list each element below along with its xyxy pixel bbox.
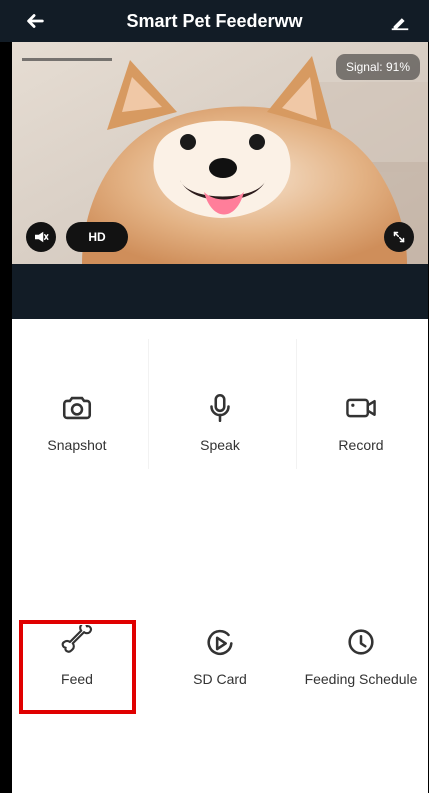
top-bar: Smart Pet Feederww — [0, 0, 429, 42]
edit-pen-icon — [391, 18, 409, 31]
camera-view[interactable]: Signal: 91% HD — [12, 42, 428, 264]
sd-card-label: SD Card — [193, 671, 247, 687]
sd-card-play-icon — [207, 629, 233, 656]
mute-toggle-button[interactable] — [26, 222, 56, 252]
signal-strength-badge: Signal: 91% — [335, 54, 420, 80]
video-controls-left: HD — [26, 222, 128, 252]
app-screen: Smart Pet Feederww Signal: 91% HD Snapsh… — [0, 0, 429, 793]
snapshot-label: Snapshot — [47, 437, 107, 453]
edit-button[interactable] — [383, 6, 417, 36]
record-button[interactable]: Record — [296, 389, 426, 453]
speaker-muted-icon — [35, 231, 49, 243]
sd-card-button[interactable]: SD Card — [155, 623, 285, 687]
record-label: Record — [338, 437, 384, 453]
video-record-icon — [346, 398, 376, 418]
microphone-icon — [210, 393, 230, 423]
video-toolbar-spacer — [12, 264, 428, 319]
feeding-schedule-button[interactable]: Feeding Schedule — [296, 623, 426, 687]
speak-button[interactable]: Speak — [155, 389, 285, 453]
fullscreen-icon — [393, 231, 405, 243]
feed-highlight-box — [19, 620, 136, 714]
camera-icon — [62, 396, 92, 420]
left-edge-bar — [0, 42, 12, 793]
clock-icon — [348, 629, 374, 655]
divider — [148, 339, 149, 469]
hd-toggle-button[interactable]: HD — [66, 222, 128, 252]
control-panel: Snapshot Speak Record Feed SD Card Feedi… — [12, 319, 428, 793]
speak-label: Speak — [200, 437, 240, 453]
feeding-schedule-label: Feeding Schedule — [304, 671, 418, 687]
fullscreen-button[interactable] — [384, 222, 414, 252]
page-title: Smart Pet Feederww — [126, 11, 303, 31]
snapshot-button[interactable]: Snapshot — [12, 389, 142, 453]
